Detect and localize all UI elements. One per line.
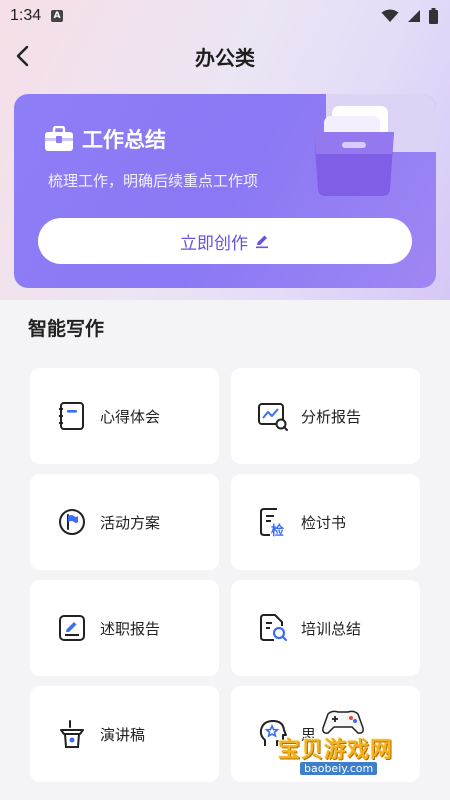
card-label: 培训总结 (301, 619, 362, 638)
card-fenxibaogao[interactable]: 分析报告 (231, 368, 420, 464)
svg-text:检: 检 (271, 523, 284, 538)
card-label: 心得体会 (100, 407, 161, 426)
card-shuzhibaogao[interactable]: 述职报告 (30, 580, 219, 676)
watermark-url: baobeiy.com (300, 762, 378, 775)
podium-icon (60, 720, 84, 748)
card-xindetihui[interactable]: 心得体会 (30, 368, 219, 464)
feature-banner: 工作总结 梳理工作，明确后续重点工作项 立即创作 (14, 94, 436, 288)
card-label: 述职报告 (100, 619, 161, 638)
pencil-icon (256, 235, 268, 249)
signal-icon (408, 10, 420, 22)
card-label: 分析报告 (301, 407, 362, 426)
create-now-label: 立即创作 (180, 233, 248, 254)
chart-search-icon (258, 403, 288, 431)
status-icons (381, 8, 438, 24)
page-title: 办公类 (195, 46, 255, 70)
card-yanjianggao[interactable]: 演讲稿 (30, 686, 219, 782)
banner-title-row: 工作总结 (44, 124, 166, 154)
watermark-text: 宝贝游戏网 (278, 738, 394, 763)
create-now-button[interactable]: 立即创作 (38, 218, 412, 264)
watermark: 宝贝游戏网 baobeiy.com (270, 706, 420, 782)
status-bar: 1:34 A (0, 0, 450, 32)
wifi-icon (381, 9, 399, 22)
edit-doc-icon (59, 615, 85, 641)
card-label: 演讲稿 (100, 725, 146, 744)
flag-icon (59, 509, 85, 535)
status-time: 1:34 (10, 7, 42, 24)
battery-icon (429, 8, 438, 24)
card-jiantaoshu[interactable]: 检 检讨书 (231, 474, 420, 570)
notification-icon: A (51, 10, 64, 22)
card-label: 检讨书 (301, 513, 347, 532)
section-title: 智能写作 (28, 318, 105, 340)
review-doc-icon: 检 (260, 508, 284, 538)
banner-title: 工作总结 (82, 128, 166, 152)
nav-bar: 办公类 (0, 34, 450, 78)
card-label: 活动方案 (100, 513, 161, 532)
notebook-icon (59, 402, 84, 430)
card-huodongfangan[interactable]: 活动方案 (30, 474, 219, 570)
banner-subtitle: 梳理工作，明确后续重点工作项 (48, 172, 259, 190)
card-peixunzongjie[interactable]: 培训总结 (231, 580, 420, 676)
search-doc-icon (260, 614, 288, 642)
folder-illustration-icon (314, 106, 394, 196)
briefcase-icon (45, 126, 73, 151)
